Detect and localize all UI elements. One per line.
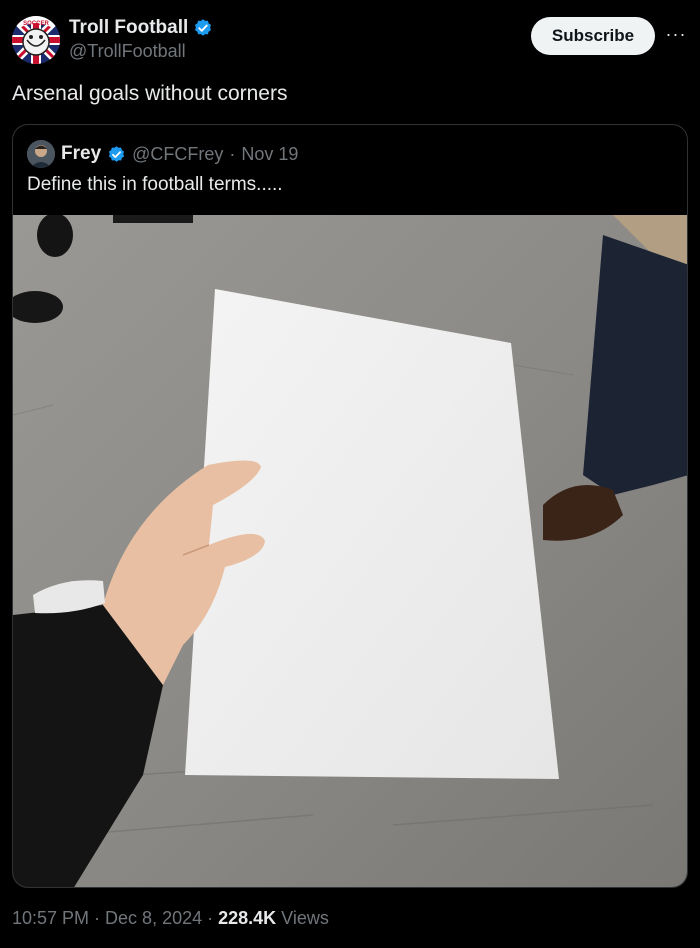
tweet-header: SOCCER Troll Football @TrollFootball Sub… bbox=[12, 14, 688, 64]
verified-badge-icon bbox=[195, 19, 212, 36]
post-date[interactable]: Dec 8, 2024 bbox=[105, 908, 202, 929]
avatar-logo-text: SOCCER bbox=[23, 21, 49, 27]
tweet-footer: 10:57 PM · Dec 8, 2024 · 228.4K Views bbox=[12, 908, 329, 929]
author-handle[interactable]: @TrollFootball bbox=[69, 41, 186, 62]
footer-separator: · bbox=[94, 908, 101, 928]
author-name-row: Troll Football bbox=[69, 17, 213, 39]
quoted-handle[interactable]: @CFCFrey bbox=[132, 144, 223, 165]
quoted-tweet-header: Frey @CFCFrey · Nov 19 bbox=[27, 140, 298, 168]
union-jack-avatar-image: SOCCER bbox=[12, 16, 60, 64]
quoted-tweet-text: Define this in football terms..... bbox=[27, 174, 283, 195]
views-label: Views bbox=[281, 908, 329, 928]
verified-badge-icon bbox=[109, 145, 125, 162]
quoted-separator: · bbox=[229, 143, 236, 164]
tweet-text: Arsenal goals without corners bbox=[12, 82, 288, 105]
subscribe-button[interactable]: Subscribe bbox=[531, 17, 655, 55]
quoted-date[interactable]: Nov 19 bbox=[241, 144, 298, 165]
more-options-icon[interactable]: ··· bbox=[664, 22, 688, 46]
author-avatar[interactable]: SOCCER bbox=[12, 16, 60, 64]
quoted-tweet-card[interactable]: Frey @CFCFrey · Nov 19 Define this in fo… bbox=[12, 124, 688, 888]
author-display-name[interactable]: Troll Football bbox=[69, 17, 188, 39]
quoted-avatar-image bbox=[27, 140, 55, 168]
post-time[interactable]: 10:57 PM bbox=[12, 908, 89, 929]
views-count: 228.4K bbox=[218, 908, 277, 928]
quoted-author-avatar[interactable] bbox=[27, 140, 55, 168]
quoted-display-name[interactable]: Frey bbox=[61, 143, 101, 165]
blank-paper-photo bbox=[13, 215, 687, 887]
footer-separator: · bbox=[207, 908, 214, 928]
quoted-tweet-photo[interactable] bbox=[13, 215, 687, 887]
